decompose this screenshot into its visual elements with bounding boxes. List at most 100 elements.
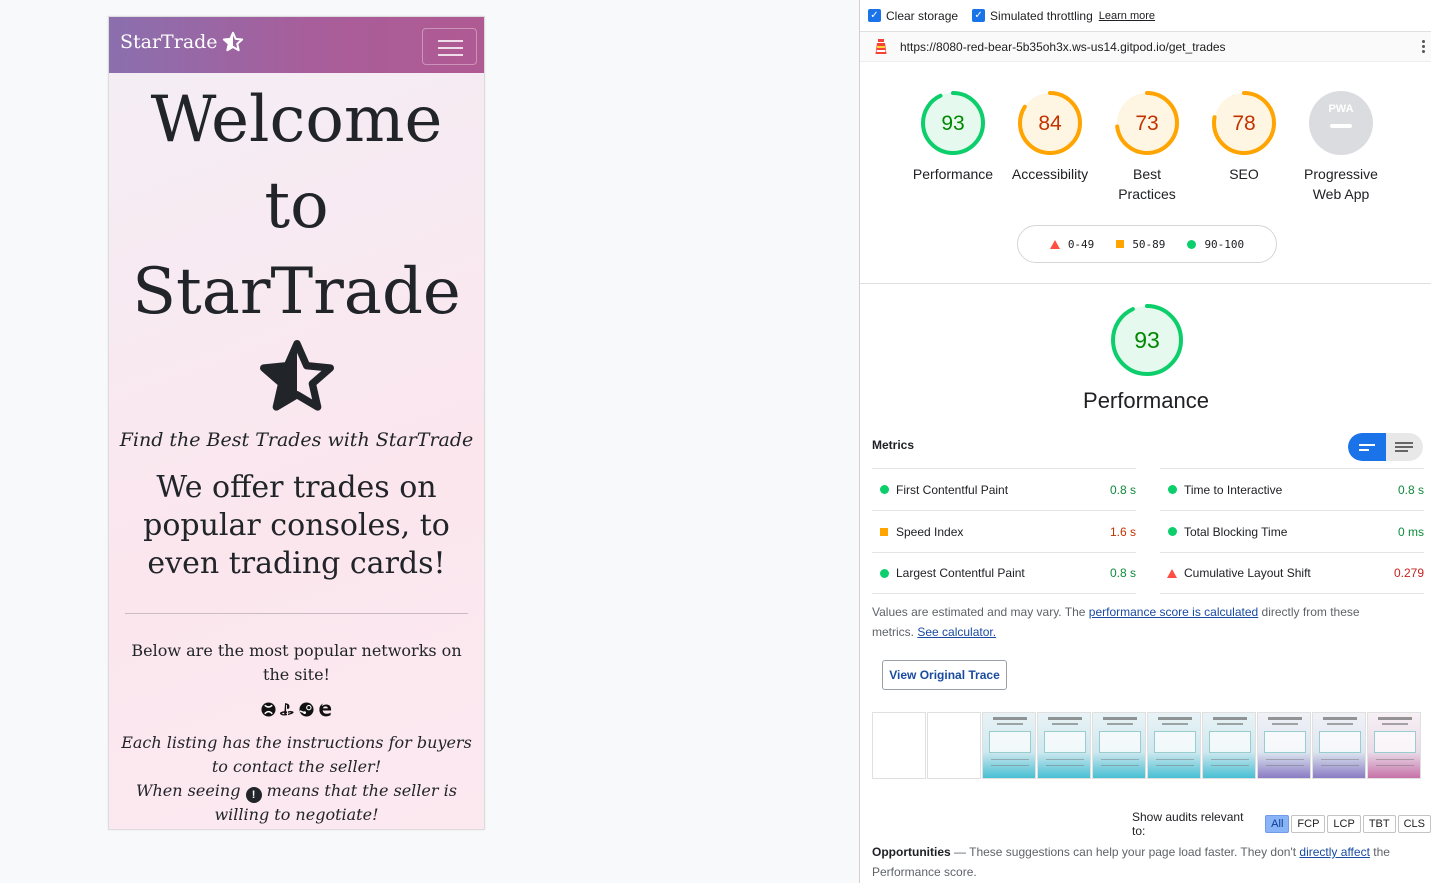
gauge-score: 84 xyxy=(1038,112,1062,135)
gauge-score: 78 xyxy=(1232,112,1255,135)
filmstrip-frame xyxy=(1202,712,1256,779)
learn-more-link[interactable]: Learn more xyxy=(1099,10,1155,22)
gauge-label: Performance xyxy=(912,166,994,182)
gauge-accessibility[interactable]: 84 Accessibility xyxy=(1000,90,1100,184)
metric-row: Largest Contentful Paint 0.8 s xyxy=(872,552,1136,594)
filmstrip-frame xyxy=(1312,712,1366,779)
audit-filter: Show audits relevant to: All FCP LCP TBT… xyxy=(1132,810,1431,838)
metric-value: 0.8 s xyxy=(1109,482,1136,497)
filmstrip-frame xyxy=(1257,712,1311,779)
metric-row: Total Blocking Time 0 ms xyxy=(1160,510,1424,552)
filmstrip xyxy=(872,712,1428,779)
metrics-right-column: Time to Interactive 0.8 s Total Blocking… xyxy=(1160,468,1424,594)
filter-cls-button[interactable]: CLS xyxy=(1397,815,1431,833)
clear-storage-checkbox[interactable]: ✓ Clear storage xyxy=(868,9,958,23)
instructions-text-part: means that the seller is xyxy=(266,781,457,800)
filter-lcp-button[interactable]: LCP xyxy=(1327,815,1361,833)
metrics-note: Values are estimated and may vary. The p… xyxy=(872,602,1392,642)
tagline: Find the Best Trades with StarTrade xyxy=(119,429,474,451)
pass-circle-icon xyxy=(1167,485,1177,494)
metric-name: Time to Interactive xyxy=(1184,482,1283,497)
offer-heading: We offer trades on popular consoles, to … xyxy=(143,470,450,581)
gauge-best-practices[interactable]: 73 Best Practices xyxy=(1097,90,1197,204)
pass-circle-icon xyxy=(879,568,889,578)
instructions-text-part: When seeing xyxy=(136,781,241,800)
fail-triangle-icon xyxy=(1167,568,1177,578)
menu-toggle-button[interactable] xyxy=(422,28,477,65)
star-half-icon xyxy=(259,340,334,411)
performance-title: Performance xyxy=(1083,388,1209,413)
filmstrip-frame xyxy=(872,712,926,779)
metric-value: 0.279 xyxy=(1393,566,1424,580)
score-calculated-link[interactable]: performance score is calculated xyxy=(1089,605,1258,619)
hamburger-icon-bar xyxy=(438,47,463,49)
metric-row: Time to Interactive 0.8 s xyxy=(1160,468,1424,510)
instructions-text: Each listing has the instructions for bu… xyxy=(109,731,484,827)
more-vert-icon[interactable] xyxy=(1422,40,1425,55)
brand-name: StarTrade xyxy=(120,31,218,53)
score-legend: 0-49 50-89 90-100 xyxy=(1017,225,1277,263)
gauge-label: SEO xyxy=(1229,166,1259,182)
metric-name: Largest Contentful Paint xyxy=(896,566,1025,580)
filmstrip-frame xyxy=(1092,712,1146,779)
compact-view-icon[interactable] xyxy=(1348,433,1386,461)
hero-line: to xyxy=(264,169,329,243)
gauge-label: Accessibility xyxy=(1011,166,1089,182)
filter-tbt-button[interactable]: TBT xyxy=(1362,815,1396,833)
metric-value: 0 ms xyxy=(1397,524,1424,539)
triangle-icon xyxy=(1049,239,1060,249)
pass-circle-icon xyxy=(879,485,889,494)
filter-all-button[interactable]: All xyxy=(1265,815,1290,833)
metric-name: Total Blocking Time xyxy=(1184,524,1288,539)
steam-icon xyxy=(298,701,314,717)
gauge-performance[interactable]: 93 Performance xyxy=(903,90,1003,184)
metric-row: Cumulative Layout Shift 0.279 xyxy=(1160,552,1424,594)
pass-circle-icon xyxy=(1167,527,1177,536)
hamburger-icon-bar xyxy=(438,54,463,56)
note-text: Values are estimated and may vary. The xyxy=(872,605,1089,619)
gauge-score: 93 xyxy=(941,112,964,135)
legend-fail-label: 0-49 xyxy=(1067,237,1095,251)
metrics-heading: Metrics xyxy=(872,438,915,452)
lighthouse-icon xyxy=(875,38,887,54)
instructions-line: When seeing ! means that the seller is xyxy=(121,779,472,803)
metric-name: First Contentful Paint xyxy=(896,482,1009,497)
divider xyxy=(860,283,1431,284)
metric-value: 0.8 s xyxy=(1397,482,1424,497)
metrics-view-toggle[interactable] xyxy=(1348,433,1423,461)
pwa-badge-text: PWA xyxy=(1328,103,1353,115)
opportunities-title: Opportunities xyxy=(872,845,951,859)
performance-score: 93 xyxy=(1134,327,1160,353)
filter-fcp-button[interactable]: FCP xyxy=(1291,815,1326,833)
metric-row: First Contentful Paint 0.8 s xyxy=(872,468,1136,510)
filmstrip-frame xyxy=(1367,712,1421,779)
instructions-line: Each listing has the instructions for bu… xyxy=(121,733,472,776)
simulated-throttling-checkbox[interactable]: ✓ Simulated throttling xyxy=(972,9,1093,23)
see-calculator-link[interactable]: See calculator. xyxy=(917,625,996,639)
legend-average: 50-89 xyxy=(1116,238,1165,251)
clear-storage-label: Clear storage xyxy=(886,8,959,23)
score-gauge-icon: 78 xyxy=(1212,91,1276,155)
divider xyxy=(125,613,468,614)
metrics-left-column: First Contentful Paint 0.8 s Speed Index… xyxy=(872,468,1136,594)
legend-pass: 90-100 xyxy=(1187,238,1244,251)
brand-link[interactable]: StarTrade xyxy=(120,31,244,53)
gauge-seo[interactable]: 78 SEO xyxy=(1194,90,1294,184)
checkbox-checked-icon: ✓ xyxy=(972,9,986,22)
hero-line: Welcome xyxy=(150,83,443,157)
metric-name: Cumulative Layout Shift xyxy=(1184,566,1311,580)
lighthouse-panel: ✓ Clear storage ✓ Simulated throttling L… xyxy=(859,0,1431,883)
directly-affect-link[interactable]: directly affect xyxy=(1299,845,1369,859)
mobile-preview: StarTrade Welcome to StarTrade Find the … xyxy=(108,16,485,830)
opportunities-text: — These suggestions can help your page l… xyxy=(950,845,1300,859)
legend-average-label: 50-89 xyxy=(1132,237,1166,251)
gauge-label: Progressive Web App xyxy=(1304,166,1378,202)
legend-fail: 0-49 xyxy=(1049,237,1095,251)
star-half-icon xyxy=(222,31,243,52)
hero-line: StarTrade xyxy=(132,255,461,329)
main-content: Welcome to StarTrade Find the Best Trade… xyxy=(109,73,484,827)
view-original-trace-button[interactable]: View Original Trace xyxy=(882,660,1007,690)
hero-heading: Welcome to StarTrade xyxy=(109,77,484,335)
average-square-icon xyxy=(880,527,888,536)
gauge-pwa[interactable]: PWA Progressive Web App xyxy=(1291,90,1391,204)
